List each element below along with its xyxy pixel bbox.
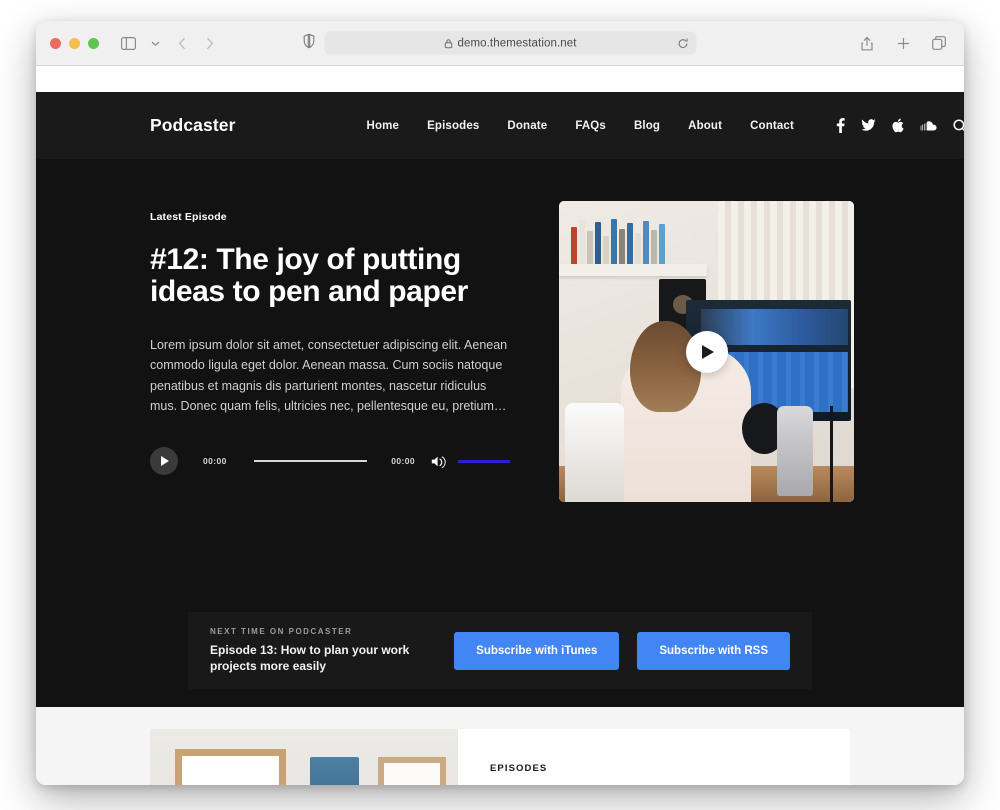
page-top-spacer	[36, 66, 964, 92]
nav-links: Home Episodes Donate FAQs Blog About Con…	[367, 120, 794, 132]
play-icon	[161, 456, 169, 467]
forward-arrow-icon[interactable]	[198, 32, 220, 54]
sidebar-toggle-icon[interactable]	[117, 32, 139, 54]
nav-item-episodes[interactable]: Episodes	[427, 120, 479, 132]
facebook-icon[interactable]	[836, 118, 845, 133]
desktop-background: demo.themestation.net Podcaster Home Epi…	[0, 0, 1000, 810]
episode-card[interactable]: ES	[150, 729, 850, 785]
next-episode-bar: NEXT TIME ON PODCASTER Episode 13: How t…	[188, 612, 812, 689]
chevron-down-icon[interactable]	[144, 32, 166, 54]
audio-progress-slider[interactable]	[253, 460, 368, 463]
subscribe-rss-button[interactable]: Subscribe with RSS	[637, 631, 790, 670]
audio-total-time: 00:00	[391, 456, 415, 467]
url-text: demo.themestation.net	[457, 37, 577, 49]
hero-title: #12: The joy of putting ideas to pen and…	[150, 243, 468, 309]
nav-item-donate[interactable]: Donate	[507, 120, 547, 132]
share-icon[interactable]	[856, 32, 878, 54]
hero-media-column	[559, 201, 854, 502]
hero-episode-image[interactable]	[559, 201, 854, 502]
audio-player: 00:00 00:00	[150, 447, 510, 476]
close-window-button[interactable]	[50, 37, 61, 49]
back-arrow-icon[interactable]	[171, 32, 193, 54]
address-bar[interactable]: demo.themestation.net	[324, 31, 697, 55]
nav-item-home[interactable]: Home	[367, 120, 400, 132]
page-viewport: Podcaster Home Episodes Donate FAQs Blog…	[36, 66, 964, 785]
minimize-window-button[interactable]	[69, 37, 80, 49]
toolbar-right-actions	[856, 32, 950, 54]
episode-card-image[interactable]: ES	[150, 729, 458, 785]
hero-section: Latest Episode #12: The joy of putting i…	[36, 159, 964, 707]
subscribe-itunes-button[interactable]: Subscribe with iTunes	[454, 631, 620, 670]
nav-item-about[interactable]: About	[688, 120, 722, 132]
hero-eyebrow: Latest Episode	[150, 211, 227, 223]
lock-icon	[444, 38, 453, 48]
site-logo[interactable]: Podcaster	[150, 115, 236, 136]
maximize-window-button[interactable]	[88, 37, 99, 49]
hero-image-play-button[interactable]	[685, 330, 728, 373]
episode-card-body: EPISODES #11: Bringing podcasts to life …	[458, 729, 850, 785]
episode-card-kicker: EPISODES	[490, 763, 548, 774]
social-links	[836, 118, 964, 133]
site-navigation-bar: Podcaster Home Episodes Donate FAQs Blog…	[36, 92, 964, 159]
browser-toolbar: demo.themestation.net	[36, 21, 964, 66]
audio-current-time: 00:00	[203, 456, 227, 467]
nav-item-blog[interactable]: Blog	[634, 120, 660, 132]
volume-slider[interactable]	[458, 459, 510, 463]
tab-overview-icon[interactable]	[928, 32, 950, 54]
hero-description: Lorem ipsum dolor sit amet, consectetuer…	[150, 338, 508, 413]
soundcloud-icon[interactable]	[920, 120, 937, 131]
twitter-icon[interactable]	[861, 119, 876, 132]
volume-icon[interactable]	[431, 455, 446, 468]
play-icon	[702, 344, 714, 359]
subscribe-buttons: Subscribe with iTunes Subscribe with RSS	[454, 631, 790, 670]
browser-window: demo.themestation.net Podcaster Home Epi…	[36, 21, 964, 785]
window-controls[interactable]	[50, 37, 99, 49]
episodes-section: ES	[36, 707, 964, 785]
reload-icon[interactable]	[678, 38, 689, 49]
apple-icon[interactable]	[892, 118, 904, 133]
hero-text-column: Latest Episode #12: The joy of putting i…	[106, 201, 510, 502]
episode-image-artwork: ES	[150, 729, 458, 785]
address-bar-area: demo.themestation.net	[303, 31, 697, 55]
plus-icon[interactable]	[892, 32, 914, 54]
audio-play-button[interactable]	[150, 447, 178, 476]
privacy-shield-icon[interactable]	[303, 33, 315, 53]
nav-item-contact[interactable]: Contact	[750, 120, 794, 132]
search-icon[interactable]	[953, 118, 964, 133]
next-episode-title: Episode 13: How to plan your work projec…	[210, 642, 410, 673]
next-episode-kicker: NEXT TIME ON PODCASTER	[210, 626, 353, 636]
nav-item-faqs[interactable]: FAQs	[575, 120, 606, 132]
